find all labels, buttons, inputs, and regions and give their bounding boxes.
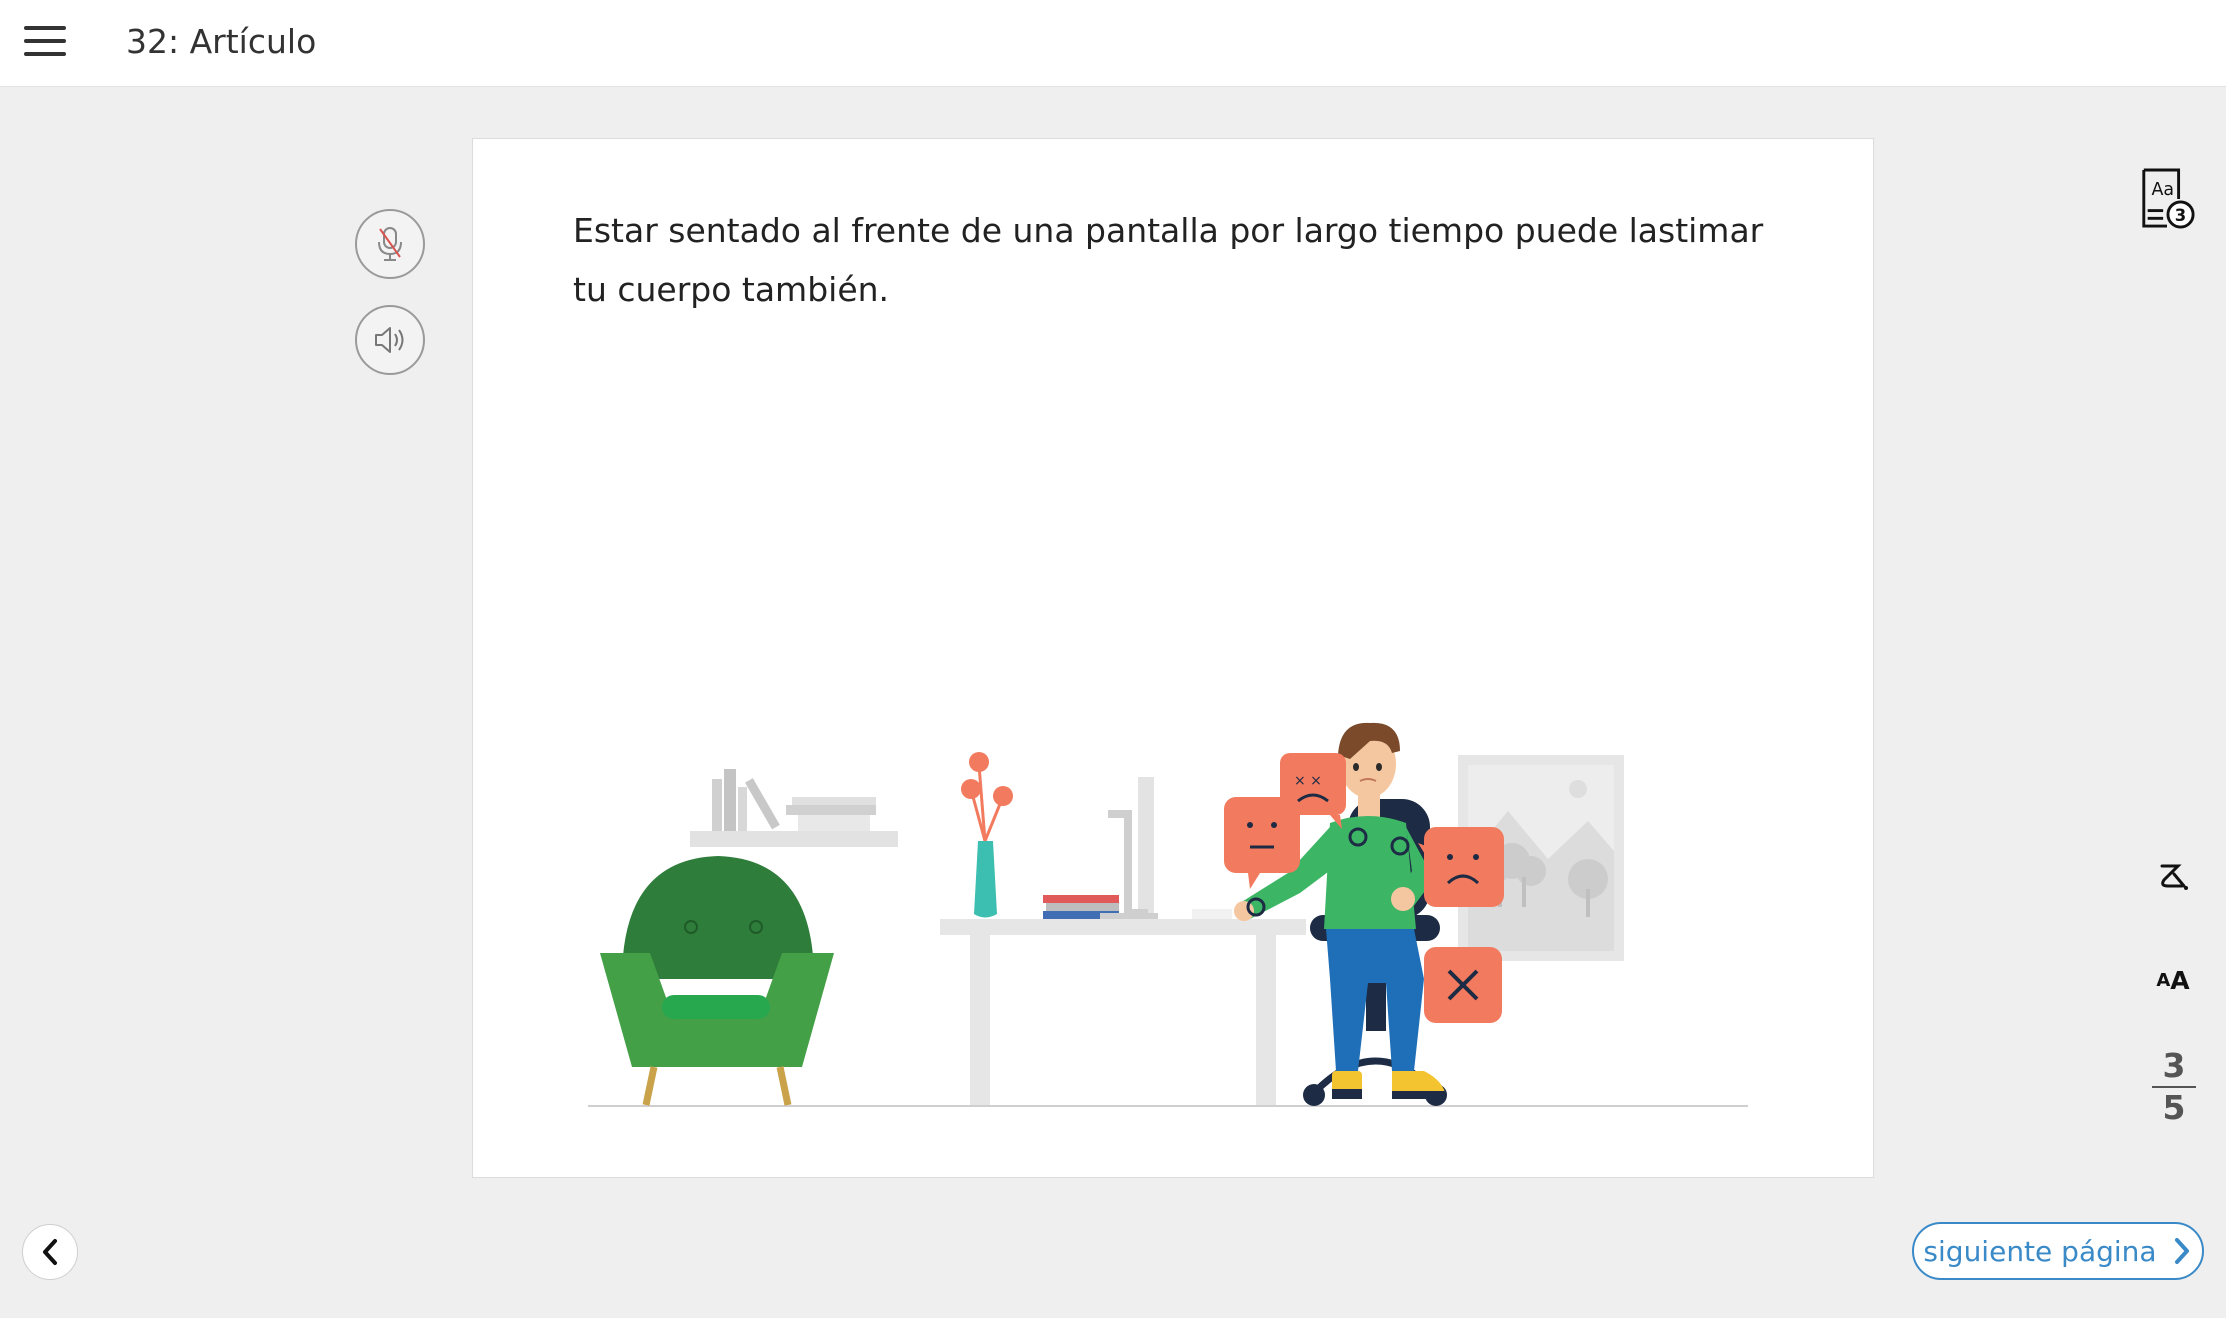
page-current: 3 xyxy=(2162,1046,2186,1085)
microphone-button[interactable] xyxy=(355,209,425,279)
page-total: 5 xyxy=(2162,1088,2186,1127)
translate-icon xyxy=(2160,864,2188,890)
text-size-small-label: A xyxy=(2156,969,2171,991)
chevron-left-icon xyxy=(43,1239,57,1265)
reading-level-button[interactable]: Aa 3 xyxy=(2138,166,2196,232)
emotion-bubble-cross xyxy=(1424,947,1502,1023)
svg-text:× ×: × × xyxy=(1294,773,1322,789)
text-size-large-label: A xyxy=(2170,965,2190,995)
hamburger-icon[interactable] xyxy=(24,26,66,58)
emotion-bubble-frown xyxy=(1418,827,1504,907)
article-card: Estar sentado al frente de una pantalla … xyxy=(472,138,1874,1178)
microphone-muted-icon xyxy=(378,227,402,261)
page-title: 32: Artículo xyxy=(126,22,317,61)
back-button[interactable] xyxy=(22,1224,78,1280)
page-counter: 3 5 xyxy=(2152,1048,2196,1126)
speaker-icon xyxy=(375,327,404,353)
next-page-label: siguiente página xyxy=(1923,1234,2157,1268)
article-text: Estar sentado al frente de una pantalla … xyxy=(573,211,1764,309)
reading-level-value: 3 xyxy=(2175,206,2186,225)
text-size-button[interactable]: A A xyxy=(2148,962,2198,998)
speaker-button[interactable] xyxy=(355,305,425,375)
desk-illustration: × × xyxy=(588,722,1748,1107)
reading-level-icon: Aa 3 xyxy=(2142,168,2195,229)
reading-level-label: Aa xyxy=(2152,180,2175,200)
translate-button[interactable] xyxy=(2152,856,2192,896)
top-bar: 32: Artículo xyxy=(0,0,2226,87)
chevron-right-icon xyxy=(2174,1238,2189,1264)
next-page-button[interactable]: siguiente página xyxy=(1912,1222,2204,1280)
